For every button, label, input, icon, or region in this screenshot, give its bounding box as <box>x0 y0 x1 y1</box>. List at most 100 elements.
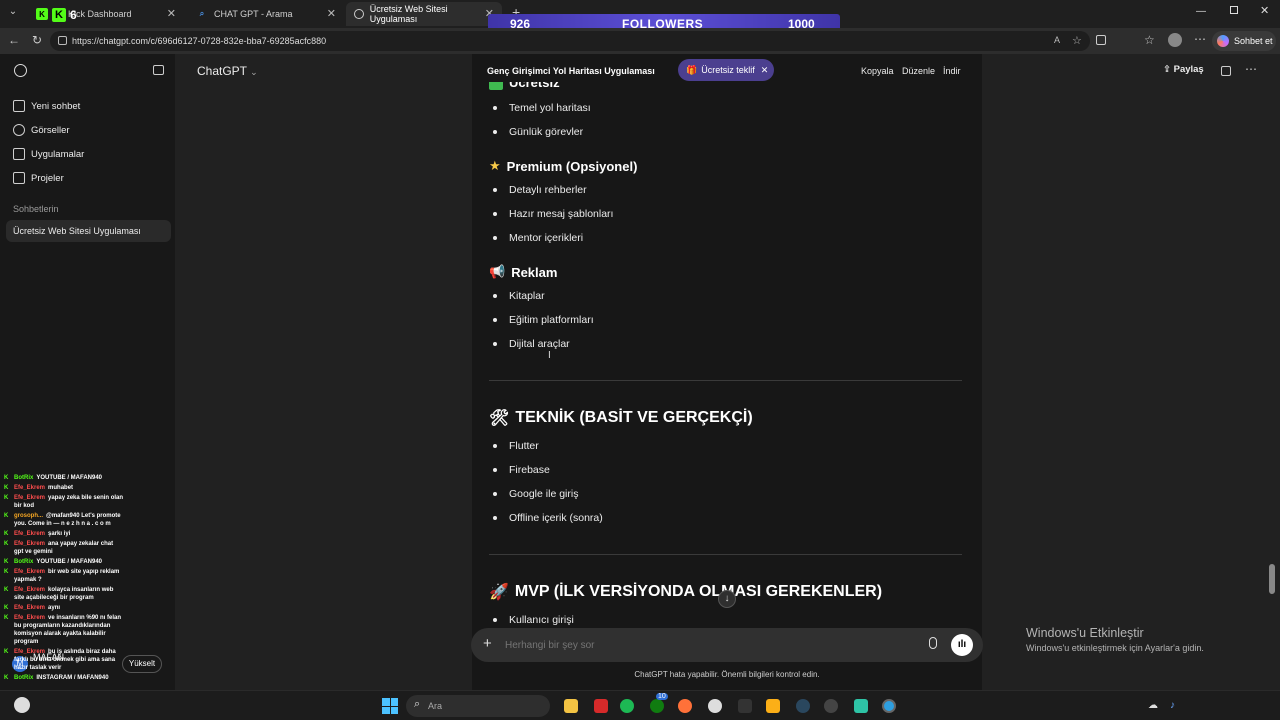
tab-ucretsiz-web[interactable]: Ücretsiz Web Sitesi Uygulaması ✕ <box>346 2 502 26</box>
more-menu-icon[interactable]: ⋯ <box>1194 32 1206 46</box>
read-aloud-icon[interactable]: A <box>1054 35 1060 45</box>
url-bar[interactable]: https://chatgpt.com/c/696d6127-0728-832e… <box>50 31 1090 51</box>
bullet <box>493 130 497 134</box>
sidebar-item-projects[interactable]: Projeler <box>13 172 64 184</box>
minimize-icon[interactable]: — <box>1196 6 1206 17</box>
weather-widget-icon[interactable] <box>14 697 30 713</box>
sidebar-item-images[interactable]: Görseller <box>13 124 70 136</box>
divider <box>489 380 962 381</box>
favorite-star-icon[interactable]: ☆ <box>1072 34 1082 47</box>
taskbar-search[interactable]: ⌕ Ara <box>406 695 550 717</box>
tab-label: Kick Dashboard <box>68 9 132 19</box>
chat-message: K Efe_Ekrem yapay zeka bile senin olan bir… <box>4 494 124 510</box>
edit-action[interactable]: Düzenle <box>902 66 935 76</box>
address-row: ← ↻ https://chatgpt.com/c/696d6127-0728-… <box>0 28 1280 54</box>
model-label: ChatGPT <box>197 64 247 78</box>
edge-icon[interactable] <box>882 699 896 713</box>
chat-item-label: Ücretsiz Web Sitesi Uygulaması <box>13 226 141 236</box>
close-icon[interactable]: ✕ <box>167 7 176 20</box>
scroll-down-button[interactable]: ↓ <box>718 590 736 608</box>
list-item: Offline içerik (sonra) <box>509 512 603 524</box>
tab-label: CHAT GPT - Arama <box>214 9 293 19</box>
prompt-input[interactable] <box>505 636 885 654</box>
copilot-button[interactable]: Sohbet et <box>1212 31 1276 51</box>
rockstar-icon[interactable] <box>766 699 780 713</box>
microphone-icon[interactable] <box>929 637 937 649</box>
sidebar-item-label: Uygulamalar <box>31 148 85 160</box>
chrome-icon[interactable] <box>708 699 722 713</box>
bullet <box>493 236 497 240</box>
close-icon[interactable]: ✕ <box>327 7 336 20</box>
obs-icon[interactable] <box>824 699 838 713</box>
steam-icon[interactable] <box>796 699 810 713</box>
chat-text: muhabet <box>48 485 74 491</box>
chat-text: INSTAGRAM / MAFAN940 <box>36 675 109 681</box>
partial-heading-text: Ücretsiz <box>509 82 560 90</box>
copy-action[interactable]: Kopyala <box>861 66 894 76</box>
openai-logo-icon[interactable] <box>14 64 27 77</box>
voice-mode-button[interactable]: ılı <box>951 634 973 656</box>
section-heading-ads: 📢 Reklam <box>489 264 557 280</box>
chat-username: Efe_Ekrem <box>14 615 46 621</box>
share-button[interactable]: ⇪ Paylaş <box>1163 64 1204 75</box>
extensions-icon[interactable] <box>1096 35 1106 45</box>
sidebar-section-title: Sohbetlerin <box>13 204 59 214</box>
taskbar: ⌕ Ara 10 ☁ ♪ <box>0 690 1280 720</box>
sidebar-chat-item[interactable]: Ücretsiz Web Sitesi Uygulaması <box>6 220 171 242</box>
divider <box>489 554 962 555</box>
teal-app-icon[interactable] <box>854 699 868 713</box>
reload-icon[interactable]: ↻ <box>32 33 42 47</box>
bullet <box>493 318 497 322</box>
bullet <box>493 342 497 346</box>
bullet <box>493 212 497 216</box>
window-close-icon[interactable]: ✕ <box>1260 4 1269 17</box>
check-icon <box>489 82 503 90</box>
list-item: Günlük görevler <box>509 126 584 138</box>
download-action[interactable]: İndir <box>943 66 961 76</box>
close-icon[interactable]: ✕ <box>761 65 769 76</box>
profile-avatar[interactable] <box>1168 33 1182 47</box>
copilot-label: Sohbet et <box>1234 36 1273 46</box>
maximize-icon[interactable] <box>1230 6 1238 14</box>
model-selector[interactable]: ChatGPT ⌄ <box>197 64 258 78</box>
network-icon[interactable]: ☁ <box>1148 700 1158 711</box>
free-offer-badge[interactable]: 🎁 Ücretsiz teklif ✕ <box>678 59 774 81</box>
tab-actions-chevron-icon[interactable]: ⌄ <box>6 6 20 20</box>
chat-text: YOUTUBE / MAFAN940 <box>36 559 103 565</box>
gift-icon: 🎁 <box>686 64 698 75</box>
sidebar-item-new-chat[interactable]: Yeni sohbet <box>13 100 80 112</box>
favorites-icon[interactable]: ☆ <box>1144 33 1155 47</box>
upgrade-button[interactable]: Yükselt <box>122 655 162 673</box>
sidebar-item-apps[interactable]: Uygulamalar <box>13 148 84 160</box>
xbox-icon[interactable] <box>650 699 664 713</box>
start-button[interactable] <box>382 698 398 714</box>
chat-message: K Efe_Ekrem bu iş aslında biraz daha farkl… <box>4 648 124 672</box>
chat-username: BotRix <box>14 559 34 565</box>
partial-heading: Ücretsiz <box>489 82 560 90</box>
back-arrow-icon[interactable]: ← <box>8 33 20 47</box>
tab-chatgpt-arama[interactable]: ⌕ CHAT GPT - Arama ✕ <box>188 2 344 26</box>
more-options-icon[interactable]: ⋯ <box>1245 62 1257 76</box>
list-item: Detaylı rehberler <box>509 184 587 196</box>
list-item: Kullanıcı girişi <box>509 614 574 626</box>
chat-message: K Efe_Ekrem bir web site yapıp reklam yapm… <box>4 568 124 584</box>
firefox-icon[interactable] <box>678 699 692 713</box>
canvas-icon[interactable] <box>1221 66 1231 76</box>
url-text: https://chatgpt.com/c/696d6127-0728-832e… <box>72 36 327 46</box>
site-info-icon[interactable] <box>58 36 67 45</box>
kick-favicon-icon: K <box>36 8 48 20</box>
list-item: Mentor içerikleri <box>509 232 584 244</box>
file-explorer-icon[interactable] <box>564 699 578 713</box>
attach-plus-icon[interactable]: + <box>483 635 492 652</box>
edit-icon <box>13 100 25 112</box>
epic-games-icon[interactable] <box>738 699 752 713</box>
kick-chat-icon: K <box>4 475 9 481</box>
volume-icon[interactable]: ♪ <box>1170 700 1175 711</box>
red-app-icon[interactable] <box>594 699 608 713</box>
sidebar-toggle-icon[interactable] <box>153 65 164 75</box>
spotify-icon[interactable] <box>620 699 634 713</box>
chat-text: YOUTUBE / MAFAN940 <box>36 475 103 481</box>
sidebar-item-label: Projeler <box>31 172 64 184</box>
scrollbar[interactable] <box>1269 564 1275 594</box>
kick-logo-icon: K <box>52 8 66 22</box>
